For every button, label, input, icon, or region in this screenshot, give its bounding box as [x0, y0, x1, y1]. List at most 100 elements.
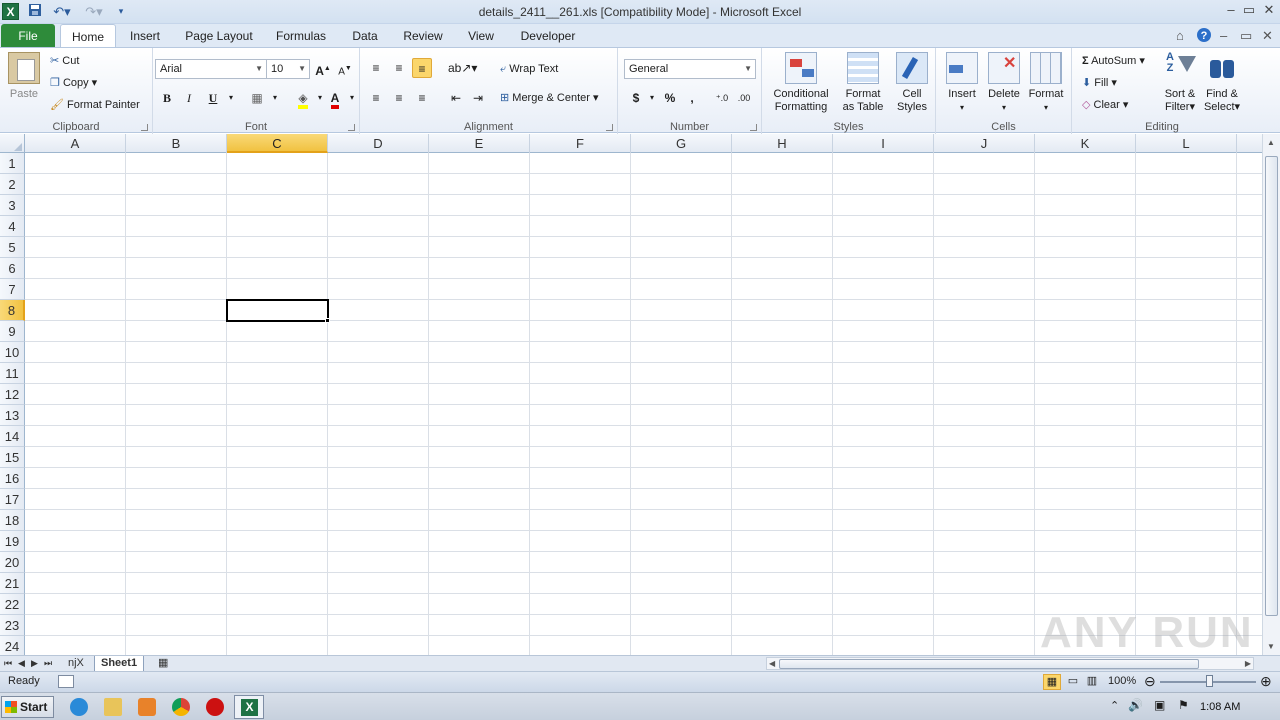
first-sheet-icon[interactable]: ⏮	[4, 656, 12, 671]
shrink-font-button[interactable]: A▼	[335, 59, 355, 79]
row-header[interactable]: 10	[0, 342, 25, 363]
column-header[interactable]: K	[1035, 134, 1136, 153]
font-color-dropdown-icon[interactable]: ▾	[342, 88, 362, 108]
column-header[interactable]: A	[25, 134, 126, 153]
row-header[interactable]: 18	[0, 510, 25, 531]
tab-review[interactable]: Review	[398, 24, 448, 48]
clipboard-launcher-icon[interactable]	[141, 124, 148, 131]
autosum-button[interactable]: Σ AutoSum ▾	[1082, 54, 1145, 68]
zoom-slider-thumb[interactable]	[1206, 675, 1213, 687]
column-header[interactable]: D	[328, 134, 429, 153]
column-header[interactable]: G	[631, 134, 732, 153]
sheet-tab-njx[interactable]: njX	[62, 656, 90, 672]
row-header[interactable]: 12	[0, 384, 25, 405]
cut-button[interactable]: ✂ Cut	[50, 54, 79, 68]
tab-insert[interactable]: Insert	[122, 24, 168, 48]
sort-filter-button[interactable]: AZ Sort & Filter▾	[1160, 52, 1200, 114]
underline-button[interactable]: U	[203, 88, 223, 108]
increase-indent-icon[interactable]: ⇥	[468, 88, 488, 108]
wrap-text-button[interactable]: ⤶ Wrap Text	[500, 62, 558, 76]
row-header[interactable]: 4	[0, 216, 25, 237]
row-header[interactable]: 17	[0, 489, 25, 510]
number-launcher-icon[interactable]	[750, 124, 757, 131]
format-as-table-button[interactable]: Format as Table	[838, 52, 888, 114]
page-break-view-icon[interactable]: ▥	[1083, 674, 1101, 690]
horizontal-scrollbar[interactable]: ◀ ▶	[766, 657, 1254, 670]
cell-styles-button[interactable]: Cell Styles	[892, 52, 932, 114]
zoom-in-icon[interactable]: ⊕	[1260, 673, 1272, 690]
row-header[interactable]: 19	[0, 531, 25, 552]
worksheet-grid[interactable]: ABCDEFGHIJKL 1 2 3 4 5 6 7 8 9 10 11 12 13 14 15 16 17 18…	[0, 134, 1262, 655]
copy-button[interactable]: ❐ Copy ▾	[50, 76, 97, 90]
orientation-icon[interactable]: ab↗▾	[448, 58, 477, 78]
column-header[interactable]: J	[934, 134, 1035, 153]
vertical-scrollbar[interactable]: ▲ ▼	[1262, 134, 1280, 655]
borders-dropdown-icon[interactable]: ▾	[265, 88, 285, 108]
borders-icon[interactable]: ▦	[247, 88, 267, 108]
close-icon[interactable]: ✕	[1260, 2, 1278, 18]
media-player-icon[interactable]	[138, 698, 156, 716]
row-header[interactable]: 22	[0, 594, 25, 615]
prev-sheet-icon[interactable]: ◀	[18, 656, 25, 671]
decrease-indent-icon[interactable]: ⇤	[446, 88, 466, 108]
doc-minimize-icon[interactable]: –	[1220, 28, 1227, 43]
file-explorer-icon[interactable]	[104, 698, 122, 716]
percent-button[interactable]: %	[660, 88, 680, 108]
row-header[interactable]: 9	[0, 321, 25, 342]
doc-close-icon[interactable]: ✕	[1262, 28, 1273, 44]
font-launcher-icon[interactable]	[348, 124, 355, 131]
column-header[interactable]: H	[732, 134, 833, 153]
align-right-icon[interactable]: ≡	[412, 88, 432, 108]
row-header[interactable]: 8	[0, 300, 25, 321]
collapse-ribbon-icon[interactable]: ⌂	[1176, 28, 1184, 43]
chrome-icon[interactable]	[172, 698, 190, 716]
decrease-decimal-icon[interactable]: .00	[734, 88, 754, 108]
currency-dropdown-icon[interactable]: ▾	[642, 88, 662, 108]
scroll-down-icon[interactable]: ▼	[1267, 642, 1275, 651]
row-header[interactable]: 23	[0, 615, 25, 636]
scroll-up-icon[interactable]: ▲	[1267, 138, 1275, 147]
normal-view-icon[interactable]: ▦	[1043, 674, 1061, 690]
minimize-icon[interactable]: –	[1222, 2, 1240, 18]
tab-developer[interactable]: Developer	[514, 24, 582, 48]
help-icon[interactable]: ?	[1196, 27, 1212, 46]
row-header[interactable]: 11	[0, 363, 25, 384]
page-layout-view-icon[interactable]: ▭	[1064, 674, 1082, 690]
row-header[interactable]: 13	[0, 405, 25, 426]
excel-taskbar-button[interactable]: X	[234, 695, 264, 719]
row-header[interactable]: 7	[0, 279, 25, 300]
zoom-level[interactable]: 100%	[1108, 675, 1136, 687]
macro-record-icon[interactable]	[58, 675, 74, 688]
comma-button[interactable]: ,	[682, 88, 702, 108]
horizontal-scroll-thumb[interactable]	[779, 659, 1199, 669]
align-bottom-icon[interactable]: ≡	[412, 58, 432, 78]
tab-formulas[interactable]: Formulas	[270, 24, 332, 48]
merge-center-button[interactable]: ⊞ Merge & Center ▾	[500, 91, 599, 105]
volume-icon[interactable]: 🔊	[1128, 698, 1143, 712]
internet-explorer-icon[interactable]	[70, 698, 88, 716]
tab-view[interactable]: View	[460, 24, 502, 48]
find-select-button[interactable]: Find & Select▾	[1202, 52, 1242, 114]
conditional-formatting-button[interactable]: Conditional Formatting	[768, 52, 834, 114]
column-header[interactable]: B	[126, 134, 227, 153]
column-header[interactable]: I	[833, 134, 934, 153]
doc-restore-icon[interactable]: ▭	[1240, 28, 1252, 44]
increase-decimal-icon[interactable]: ⁺.0	[712, 88, 732, 108]
tab-page-layout[interactable]: Page Layout	[180, 24, 258, 48]
network-icon[interactable]: ▣	[1154, 698, 1165, 712]
action-center-flag-icon[interactable]: ⚑	[1178, 698, 1189, 712]
row-header[interactable]: 15	[0, 447, 25, 468]
paste-button[interactable]: Paste	[6, 52, 42, 101]
row-header[interactable]: 21	[0, 573, 25, 594]
column-header[interactable]: L	[1136, 134, 1237, 153]
grow-font-button[interactable]: A▲	[313, 59, 333, 79]
row-header[interactable]: 24	[0, 636, 25, 655]
fill-button[interactable]: ⬇ Fill ▾	[1082, 76, 1117, 90]
row-header[interactable]: 5	[0, 237, 25, 258]
row-header[interactable]: 3	[0, 195, 25, 216]
row-header[interactable]: 6	[0, 258, 25, 279]
number-format-select[interactable]: General ▼	[624, 59, 756, 79]
align-left-icon[interactable]: ≡	[366, 88, 386, 108]
zoom-out-icon[interactable]: ⊖	[1144, 673, 1156, 690]
align-center-icon[interactable]: ≡	[389, 88, 409, 108]
